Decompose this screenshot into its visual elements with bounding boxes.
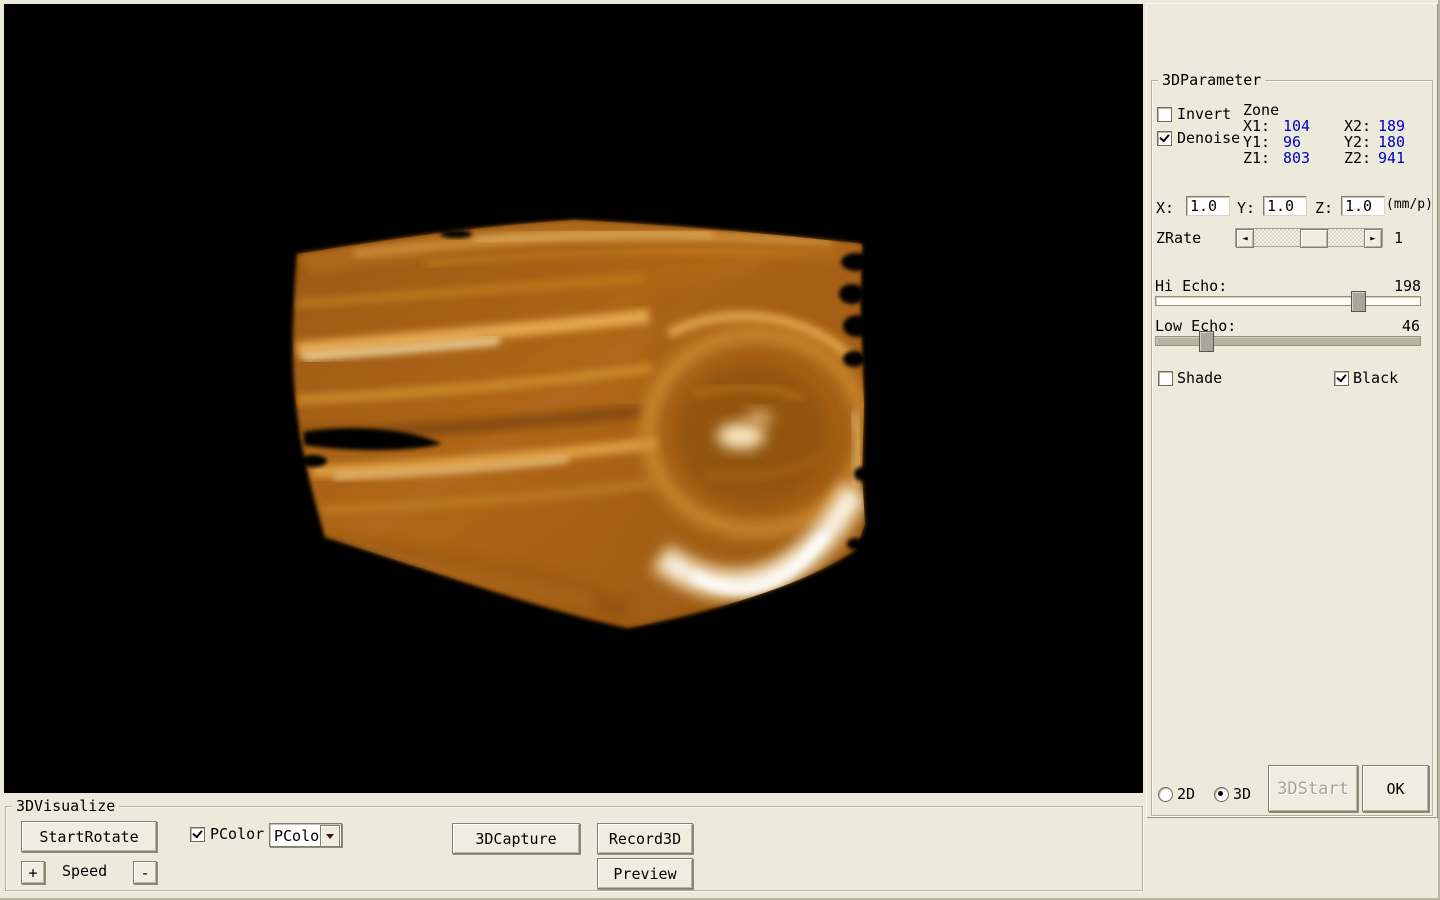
parameter-panel: 3DParameter Invert Denoise Zone X1: 104 … bbox=[1146, 3, 1438, 818]
check-icon bbox=[192, 828, 202, 839]
hi-echo-slider-track[interactable] bbox=[1155, 296, 1421, 306]
scale-y-label: Y: bbox=[1237, 199, 1255, 217]
shade-label: Shade bbox=[1177, 369, 1222, 387]
hi-echo-label: Hi Echo: bbox=[1155, 277, 1227, 295]
mode-2d-radio[interactable] bbox=[1158, 787, 1173, 802]
scale-x-input[interactable] bbox=[1186, 196, 1230, 216]
render-viewport[interactable] bbox=[4, 4, 1143, 793]
scale-z-input[interactable] bbox=[1341, 196, 1385, 216]
parameter-groupbox-title: 3DParameter bbox=[1158, 71, 1265, 89]
scale-z-label: Z: bbox=[1315, 199, 1333, 217]
hi-echo-value: 198 bbox=[1394, 277, 1421, 295]
zone-z2-label: Z2: bbox=[1344, 149, 1371, 167]
visualize-groupbox-title: 3DVisualize bbox=[12, 797, 119, 815]
scale-y-input[interactable] bbox=[1263, 196, 1307, 216]
start3d-button[interactable]: 3DStart bbox=[1268, 765, 1358, 812]
invert-label: Invert bbox=[1177, 105, 1231, 123]
speed-label: Speed bbox=[62, 862, 107, 880]
mode-3d-label: 3D bbox=[1233, 785, 1251, 803]
pcolor-label: PColor bbox=[210, 825, 264, 843]
low-echo-value: 46 bbox=[1402, 317, 1420, 335]
black-label: Black bbox=[1353, 369, 1398, 387]
zone-z1-value: 803 bbox=[1283, 149, 1310, 167]
denoise-label: Denoise bbox=[1177, 129, 1240, 147]
zrate-scrollbar[interactable]: ◄ ► bbox=[1235, 228, 1383, 247]
zrate-label: ZRate bbox=[1156, 229, 1201, 247]
black-checkbox[interactable] bbox=[1334, 371, 1349, 386]
invert-checkbox[interactable] bbox=[1157, 107, 1172, 122]
volume-render bbox=[4, 4, 1143, 793]
zrate-scroll-left-arrow[interactable]: ◄ bbox=[1236, 229, 1254, 248]
speed-minus-button[interactable]: - bbox=[133, 861, 157, 884]
scale-unit-label: (mm/p) bbox=[1386, 197, 1433, 212]
scale-x-label: X: bbox=[1156, 199, 1174, 217]
hi-echo-slider-thumb[interactable] bbox=[1351, 291, 1366, 312]
pcolor-checkbox[interactable] bbox=[190, 827, 205, 842]
zrate-value: 1 bbox=[1394, 229, 1403, 247]
capture-3d-button[interactable]: 3DCapture bbox=[452, 823, 580, 854]
zone-z1-label: Z1: bbox=[1243, 149, 1270, 167]
low-echo-slider-track[interactable] bbox=[1155, 336, 1421, 346]
preview-button[interactable]: Preview bbox=[597, 858, 693, 889]
check-icon bbox=[1159, 132, 1169, 143]
record-3d-button[interactable]: Record3D bbox=[597, 823, 693, 854]
radio-dot-icon bbox=[1218, 791, 1223, 796]
low-echo-slider-thumb[interactable] bbox=[1199, 331, 1214, 352]
speed-plus-button[interactable]: + bbox=[21, 861, 45, 884]
zrate-scroll-right-arrow[interactable]: ► bbox=[1364, 229, 1382, 248]
parameter-groupbox: 3DParameter bbox=[1151, 80, 1433, 816]
start-rotate-button[interactable]: StartRotate bbox=[21, 821, 157, 852]
denoise-checkbox[interactable] bbox=[1157, 131, 1172, 146]
shade-checkbox[interactable] bbox=[1158, 371, 1173, 386]
chevron-down-icon bbox=[326, 834, 334, 839]
pcolor-dropdown[interactable]: PColor bbox=[269, 823, 342, 847]
mode-3d-radio[interactable] bbox=[1214, 787, 1229, 802]
check-icon bbox=[1336, 372, 1346, 383]
ok-button[interactable]: OK bbox=[1362, 765, 1429, 812]
mode-2d-label: 2D bbox=[1177, 785, 1195, 803]
low-echo-label: Low Echo: bbox=[1155, 317, 1236, 335]
zone-z2-value: 941 bbox=[1378, 149, 1405, 167]
zrate-scroll-thumb[interactable] bbox=[1300, 229, 1328, 248]
pcolor-dropdown-button[interactable] bbox=[320, 825, 340, 847]
